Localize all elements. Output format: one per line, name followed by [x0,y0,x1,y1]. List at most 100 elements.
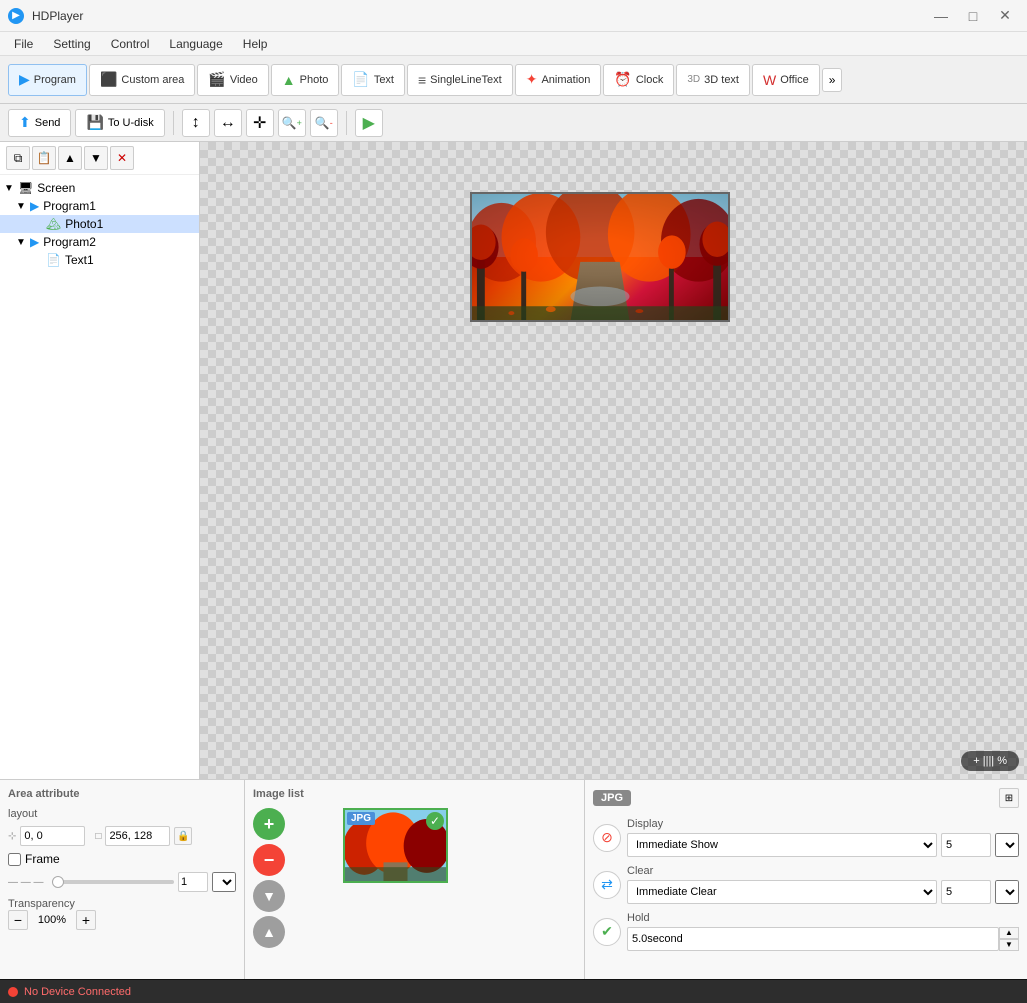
photo-icon: ▲ [282,72,296,88]
more-tabs-button[interactable]: » [822,68,843,92]
program1-label: Program1 [43,199,96,213]
menu-file[interactable]: File [4,35,43,53]
tab-office[interactable]: W Office [752,64,820,96]
hold-increment-button[interactable]: ▲ [999,927,1019,939]
tree-item-photo1[interactable]: ▶ 🏔 Photo1 [0,215,199,233]
hold-content: Hold ▲ ▼ [627,912,1019,951]
close-button[interactable]: ✕ [991,6,1019,26]
delete-tree-button[interactable]: ✕ [110,146,134,170]
tree-expand-program1[interactable]: ▼ [16,201,30,212]
tab-video[interactable]: 🎬 Video [197,64,268,96]
statusbar: No Device Connected [0,979,1027,1003]
tab-animation[interactable]: ✦ Animation [515,64,602,96]
frame-slider-row: — — — [8,872,236,892]
menubar: File Setting Control Language Help [0,32,1027,56]
tab-program[interactable]: ▶ Program [8,64,87,96]
hold-value-input[interactable] [627,927,999,951]
zoom-out-button[interactable]: 🔍- [310,109,338,137]
tree-expand-screen[interactable]: ▼ [4,183,18,194]
program1-icon: ▶ [30,199,39,213]
frame-checkbox[interactable] [8,853,21,866]
tab-singlelinetext[interactable]: ≡ SingleLineText [407,64,513,96]
tab-custom-area[interactable]: ⬛ Custom area [89,64,195,96]
tree-item-text1[interactable]: ▶ 📄 Text1 [0,251,199,269]
jpg-properties-panel: JPG ⊞ ⊘ Display Immediate Show ⇄ Clear [585,780,1027,979]
image-thumbnails: JPG ✓ [343,808,448,883]
frame-row: Frame [8,852,236,866]
bottom-area: Area attribute layout ⊹ □ 🔒 Frame — — — … [0,779,1027,979]
tab-3dtext[interactable]: 3D 3D text [676,64,750,96]
move-image-down-button[interactable]: ▼ [253,880,285,912]
tree-item-screen[interactable]: ▼ 🖥 Screen [0,179,199,197]
send-button[interactable]: ⬆ Send [8,109,71,137]
move-up-button[interactable]: ↕ [182,109,210,137]
custom-area-icon: ⬛ [100,71,117,88]
transparency-increase-button[interactable]: + [76,910,96,930]
play-button[interactable]: ▶ [355,109,383,137]
move-horizontal-button[interactable]: ↔ [214,109,242,137]
menu-help[interactable]: Help [233,35,278,53]
tab-photo[interactable]: ▲ Photo [271,64,340,96]
tree-expand-program2[interactable]: ▼ [16,237,30,248]
display-content: Display Immediate Show [627,818,1019,857]
zoom-in-button[interactable]: 🔍+ [278,109,306,137]
canvas-preview[interactable] [470,192,730,322]
frame-slider[interactable] [52,880,174,884]
clear-num-input[interactable] [941,880,991,904]
tree-view: ▼ 🖥 Screen ▼ ▶ Program1 ▶ 🏔 Photo1 ▼ ▶ P… [0,175,199,779]
copy-button[interactable]: ⧉ [6,146,30,170]
app-title: HDPlayer [32,9,927,23]
display-num-input[interactable] [941,833,991,857]
menu-setting[interactable]: Setting [43,35,100,53]
minimize-button[interactable]: — [927,6,955,26]
size-input[interactable] [105,826,170,846]
position-row: ⊹ □ 🔒 [8,826,236,846]
text-icon: 📄 [352,71,369,88]
move-up-tree-button[interactable]: ▲ [58,146,82,170]
image-thumbnail-1[interactable]: JPG ✓ [343,808,448,883]
hold-input-row: ▲ ▼ [627,927,1019,951]
clear-select[interactable]: Immediate Clear [627,880,937,904]
animation-icon: ✦ [526,71,538,88]
to-udisk-button[interactable]: 💾 To U-disk [75,109,164,137]
text1-icon: 📄 [46,253,61,267]
tab-text[interactable]: 📄 Text [341,64,405,96]
move-button[interactable]: ✛ [246,109,274,137]
display-select[interactable]: Immediate Show [627,833,937,857]
display-unit-select[interactable] [995,833,1019,857]
text1-label: Text1 [65,253,94,267]
clear-unit-select[interactable] [995,880,1019,904]
tab-clock[interactable]: ⏰ Clock [603,64,674,96]
display-cancel-icon[interactable]: ⊘ [593,824,621,852]
tree-item-program1[interactable]: ▼ ▶ Program1 [0,197,199,215]
expand-panel-button[interactable]: ⊞ [999,788,1019,808]
program-icon: ▶ [19,71,30,88]
menu-control[interactable]: Control [101,35,160,53]
x-position-input[interactable] [20,826,85,846]
move-down-tree-button[interactable]: ▼ [84,146,108,170]
zoom-indicator[interactable]: + |||| % [961,751,1019,771]
hold-decrement-button[interactable]: ▼ [999,939,1019,951]
menu-language[interactable]: Language [159,35,232,53]
tree-item-program2[interactable]: ▼ ▶ Program2 [0,233,199,251]
video-icon: 🎬 [208,71,225,88]
program2-label: Program2 [43,235,96,249]
transparency-controls: − 100% + [8,910,236,930]
maximize-button[interactable]: □ [959,6,987,26]
frame-unit-select[interactable] [212,872,236,892]
send-icon: ⬆ [19,114,31,131]
delete-image-button[interactable]: − [253,844,285,876]
transparency-decrease-button[interactable]: − [8,910,28,930]
photo1-icon: 🏔 [46,217,61,231]
paste-button[interactable]: 📋 [32,146,56,170]
frame-label: Frame [25,852,60,866]
hold-check-icon[interactable]: ✔ [593,918,621,946]
move-image-up-button[interactable]: ▲ [253,916,285,948]
clear-swap-icon[interactable]: ⇄ [593,871,621,899]
add-image-button[interactable]: + [253,808,285,840]
frame-value-input[interactable] [178,872,208,892]
display-label: Display [627,818,1019,830]
lock-button[interactable]: 🔒 [174,827,192,845]
clock-icon: ⏰ [614,71,631,88]
program2-icon: ▶ [30,235,39,249]
